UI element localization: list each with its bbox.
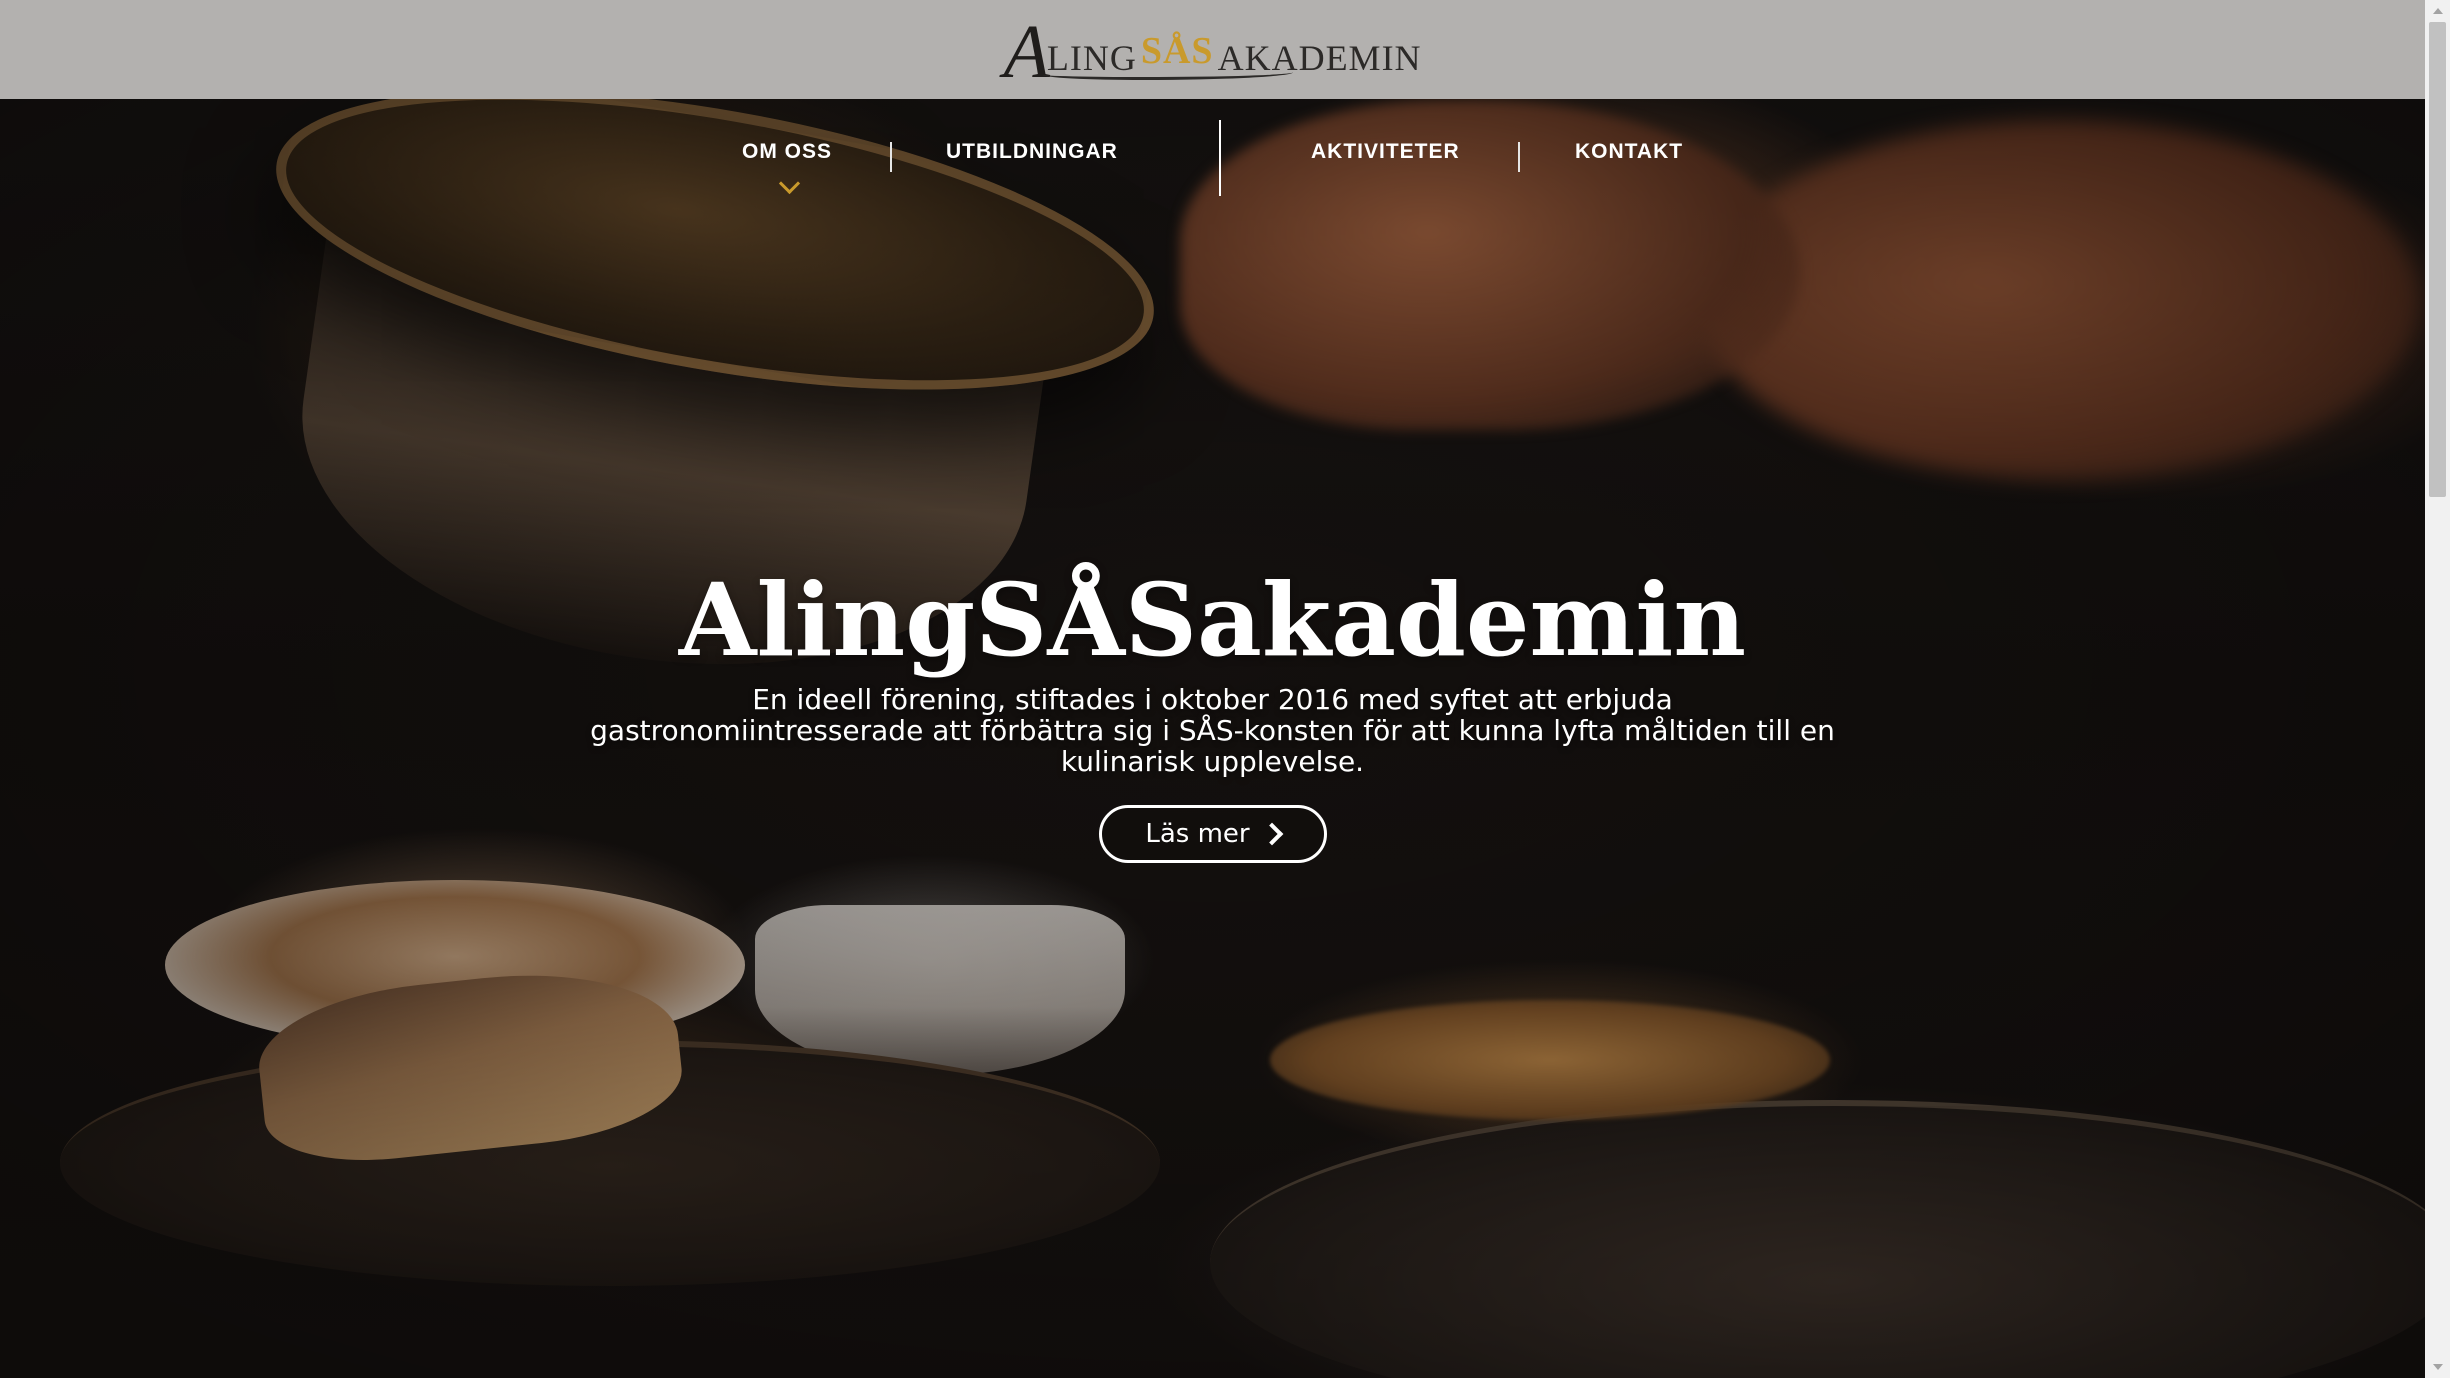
logo-text-akademin: AKADEMIN	[1217, 37, 1422, 78]
logo-text-ling: LING	[1046, 37, 1137, 78]
hero-description: En ideell förening, stiftades i oktober …	[590, 683, 1835, 778]
site-logo[interactable]: A LING SÅS AKADEMIN	[1003, 10, 1421, 90]
scroll-up-icon[interactable]	[2433, 8, 2443, 14]
scroll-down-icon[interactable]	[2433, 1364, 2443, 1370]
site-header: A LING SÅS AKADEMIN	[0, 0, 2425, 99]
nav-item-utbildningar[interactable]: UTBILDNINGAR	[946, 140, 1118, 164]
read-more-button[interactable]: Läs mer	[1098, 805, 1327, 863]
page: A LING SÅS AKADEMIN OM OSS UTBILDNINGAR …	[0, 0, 2450, 1378]
nav-item-om-oss[interactable]: OM OSS	[742, 140, 832, 164]
nav-item-aktiviteter[interactable]: AKTIVITETER	[1311, 140, 1460, 164]
nav-divider	[890, 142, 892, 172]
scrollbar-thumb[interactable]	[2429, 22, 2446, 497]
hero-section: AlingSÅSakademin En ideell förening, sti…	[0, 560, 2425, 863]
nav-divider	[1518, 142, 1520, 172]
main-navigation: OM OSS UTBILDNINGAR AKTIVITETER KONTAKT	[0, 120, 2425, 196]
chevron-down-icon[interactable]	[778, 172, 801, 195]
nav-item-kontakt[interactable]: KONTAKT	[1575, 140, 1683, 164]
logo-text-sas: SÅS	[1140, 29, 1214, 72]
logo-letter-a: A	[1003, 9, 1051, 94]
hero-title: AlingSÅSakademin	[678, 561, 1747, 679]
chevron-right-icon	[1260, 822, 1283, 846]
page-scrollbar[interactable]	[2425, 0, 2450, 1378]
nav-divider	[1219, 120, 1221, 196]
read-more-label: Läs mer	[1145, 819, 1250, 849]
